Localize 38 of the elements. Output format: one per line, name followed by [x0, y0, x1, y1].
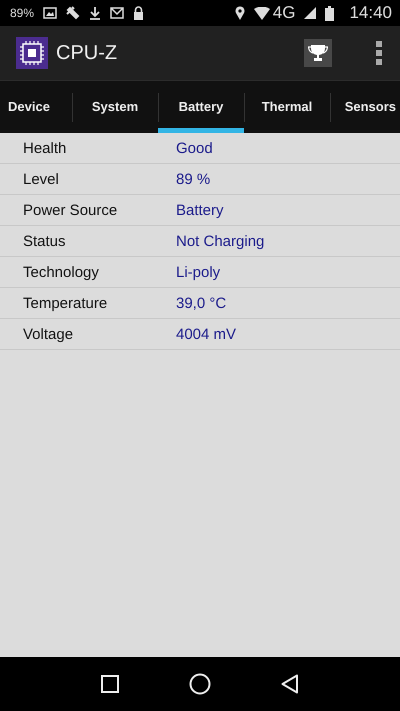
clock-time: 14:40: [349, 3, 392, 23]
property-label: Health: [22, 140, 68, 156]
property-value: Li-poly: [176, 264, 220, 280]
property-label: Voltage: [22, 326, 74, 342]
property-label: Status: [22, 232, 67, 250]
app-title: CPU-Z: [56, 42, 118, 64]
tab[interactable]: Battery: [158, 81, 244, 133]
chip-icon: [16, 37, 48, 69]
trophy-button[interactable]: [304, 39, 332, 67]
signal-icon: [304, 7, 316, 19]
satellite-icon: [66, 6, 80, 20]
property-value: Good: [176, 140, 213, 156]
wifi-icon: [254, 6, 270, 20]
recents-icon[interactable]: [101, 675, 119, 693]
property-label: Temperature: [22, 294, 108, 312]
back-icon[interactable]: [281, 674, 299, 694]
more-menu-icon[interactable]: [376, 41, 382, 65]
tab[interactable]: Device: [0, 81, 72, 133]
lock-icon: [133, 6, 144, 20]
image-icon: [43, 7, 58, 19]
mail-icon: [110, 7, 124, 19]
property-label: Technology: [22, 264, 100, 280]
battery-percent: 89%: [10, 6, 34, 20]
battery-icon: [325, 6, 334, 20]
location-icon: [234, 6, 245, 20]
property-value: 89 %: [176, 170, 210, 188]
network-type: 4G: [272, 3, 296, 23]
property-value: Battery: [176, 202, 224, 218]
property-label: Power Source: [22, 202, 118, 218]
tab[interactable]: Thermal: [244, 81, 330, 133]
home-icon[interactable]: [189, 673, 211, 695]
property-value: 39,0 °C: [176, 294, 226, 312]
property-value: Not Charging: [176, 232, 264, 250]
property-label: Level: [22, 170, 60, 188]
tab[interactable]: System: [72, 81, 158, 133]
download-icon: [89, 6, 102, 20]
property-value: 4004 mV: [176, 326, 236, 342]
tab[interactable]: Sensors: [330, 81, 400, 133]
